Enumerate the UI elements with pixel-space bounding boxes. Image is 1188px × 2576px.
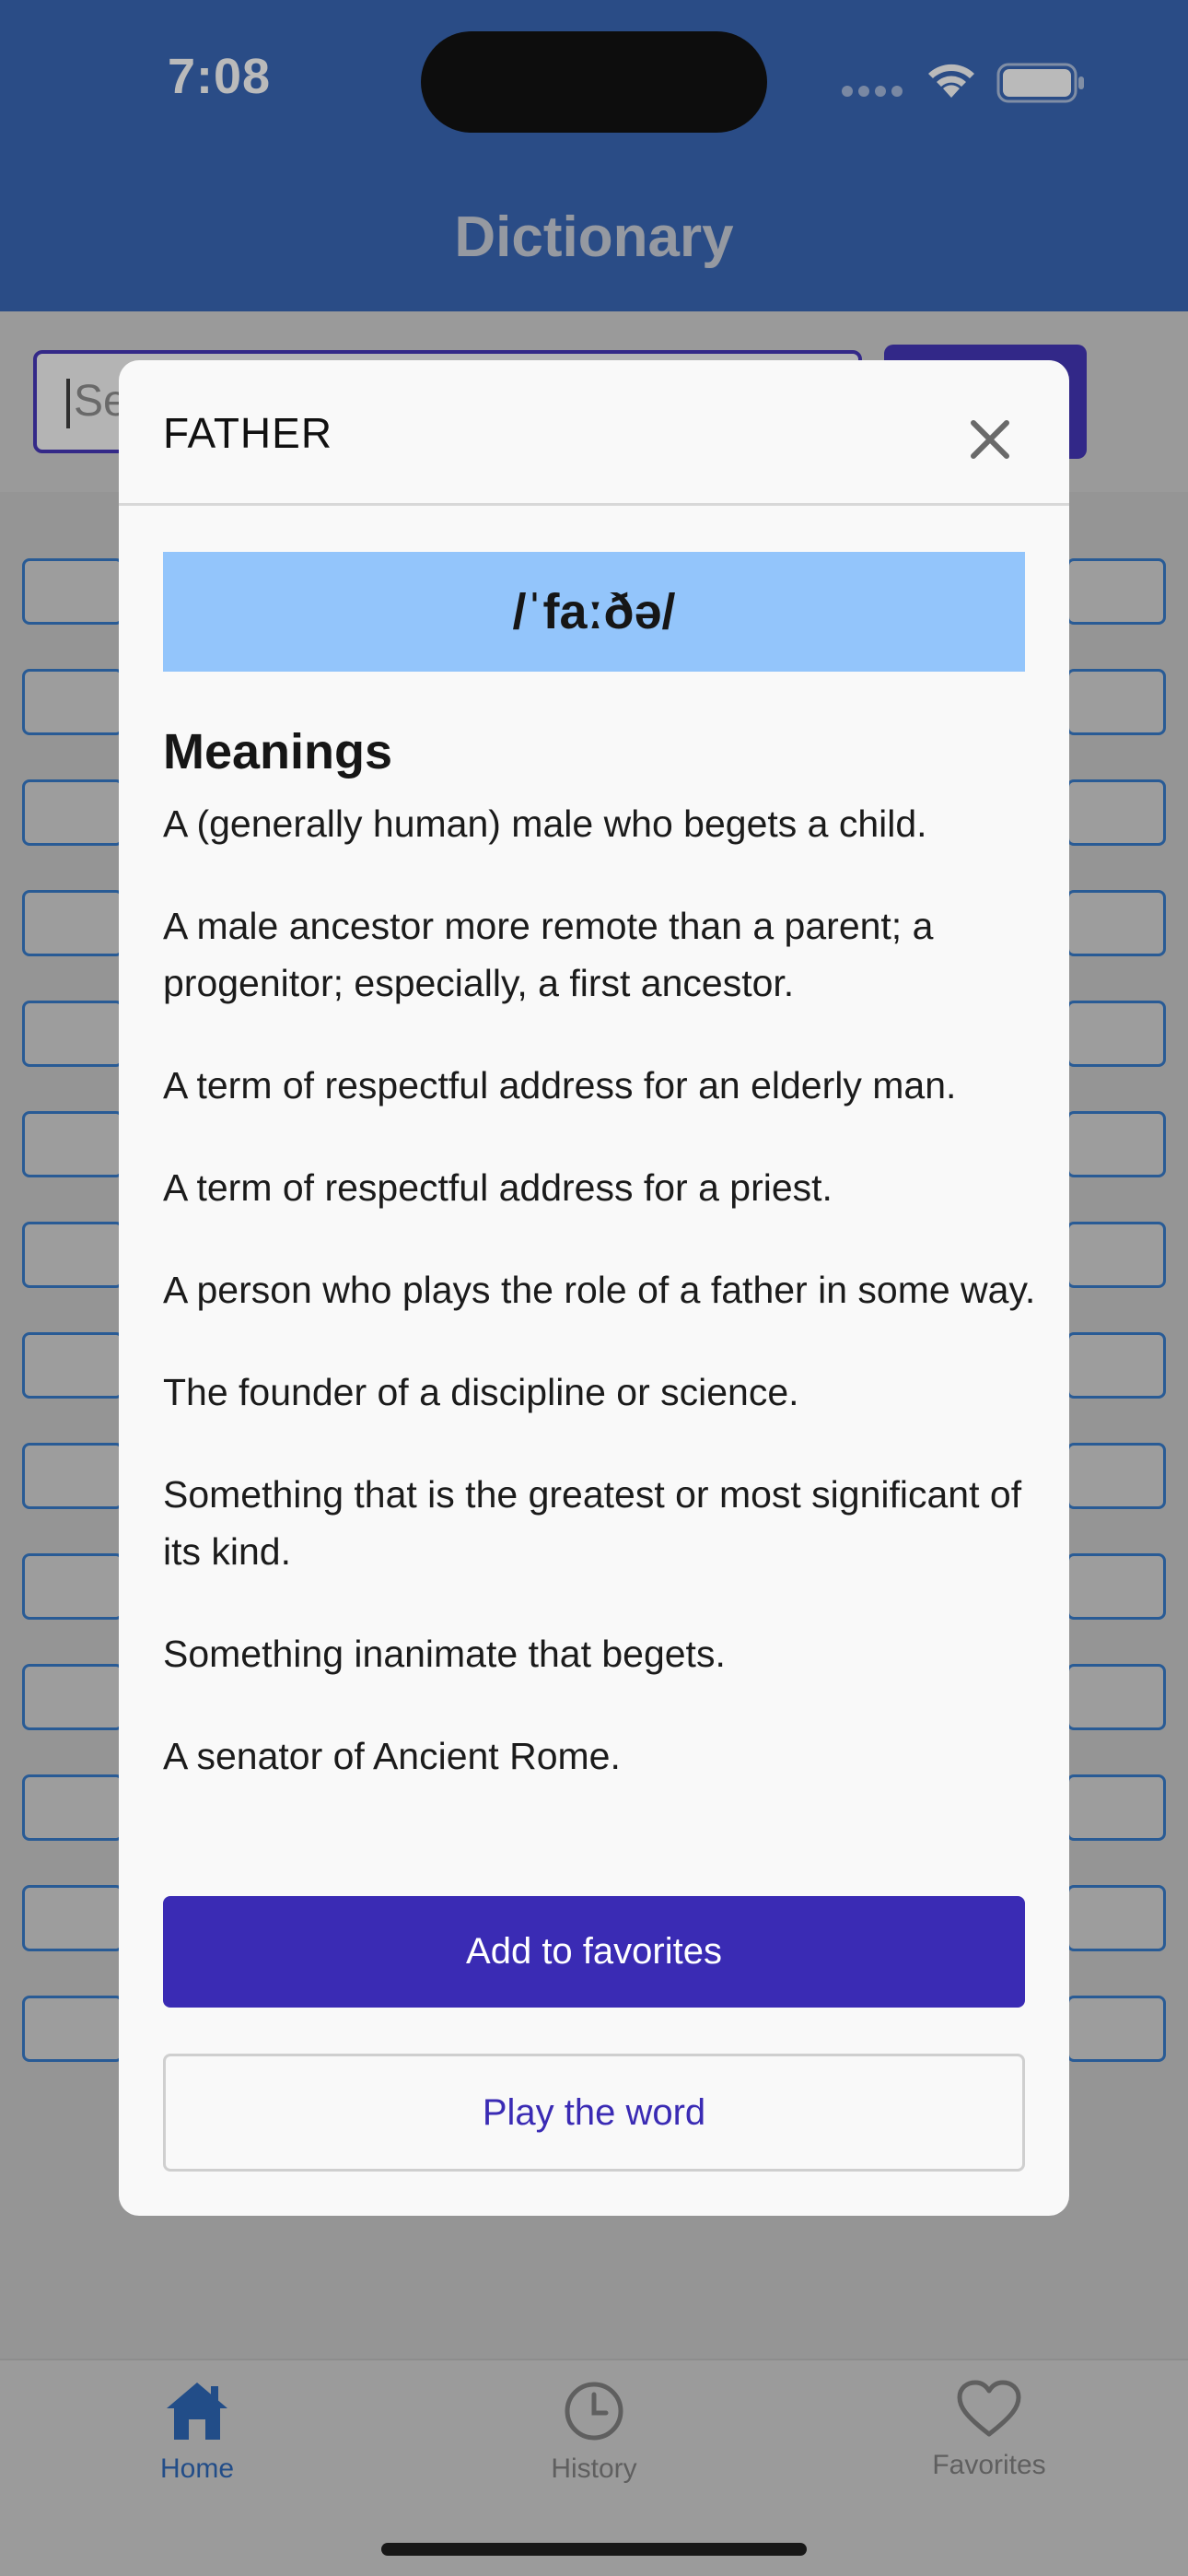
add-to-favorites-button[interactable]: Add to favorites	[163, 1896, 1025, 2008]
meaning-item: A senator of Ancient Rome.	[163, 1735, 621, 1777]
meanings-list: A (generally human) male who begets a ch…	[163, 795, 1038, 1830]
close-icon[interactable]	[964, 414, 1016, 465]
play-word-button[interactable]: Play the word	[163, 2054, 1025, 2172]
meanings-heading: Meanings	[163, 724, 393, 779]
phonetic-banner: /ˈfaːðə/	[163, 552, 1025, 672]
meaning-item: A person who plays the role of a father …	[163, 1269, 1036, 1311]
word-detail-modal: FATHER /ˈfaːðə/ Meanings A (generally hu…	[119, 360, 1069, 2216]
meaning-item: A term of respectful address for an elde…	[163, 1064, 957, 1107]
modal-title: FATHER	[163, 409, 333, 457]
meaning-item: Something inanimate that begets.	[163, 1633, 726, 1675]
meaning-item: A male ancestor more remote than a paren…	[163, 905, 934, 1004]
meaning-item: A (generally human) male who begets a ch…	[163, 802, 927, 845]
meaning-item: A term of respectful address for a pries…	[163, 1166, 833, 1209]
meaning-item: The founder of a discipline or science.	[163, 1371, 799, 1413]
modal-header: FATHER	[119, 360, 1069, 506]
meaning-item: Something that is the greatest or most s…	[163, 1473, 1022, 1573]
